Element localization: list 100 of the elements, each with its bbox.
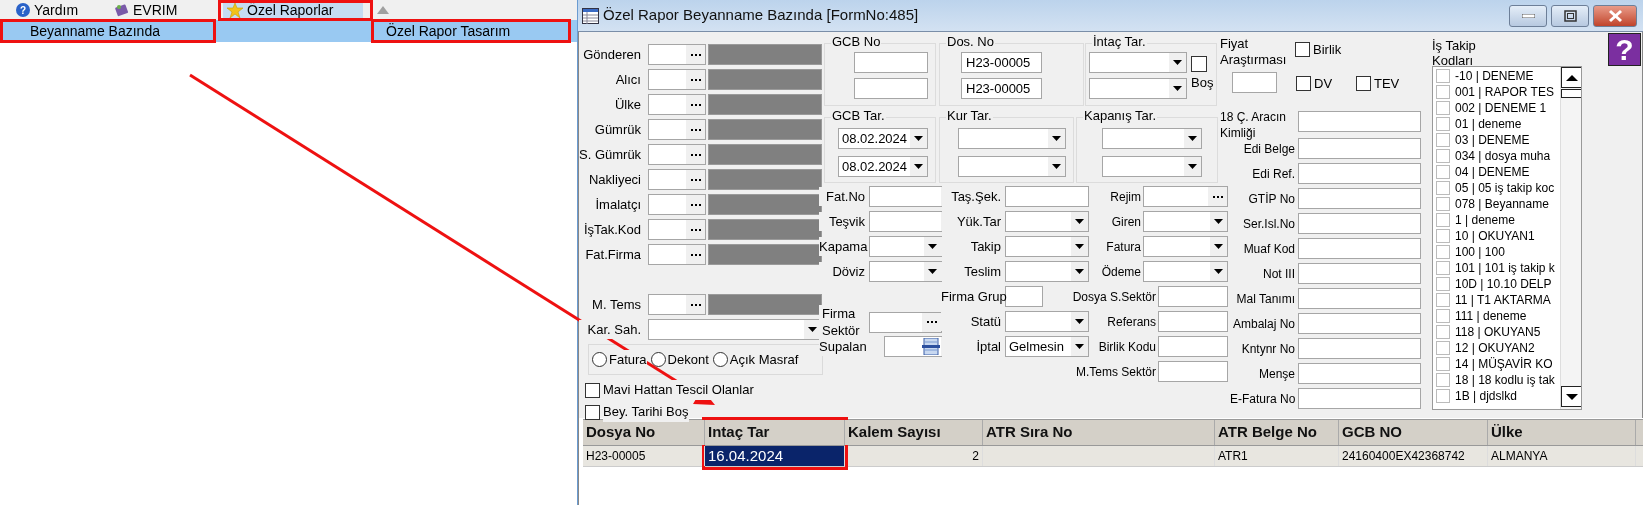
checkbox[interactable]: [1436, 373, 1450, 387]
checkbox[interactable]: [1436, 277, 1450, 291]
text-field[interactable]: [1298, 263, 1421, 284]
list-item[interactable]: 10D | 10.10 DELP: [1455, 275, 1552, 293]
dropdown-field[interactable]: [648, 319, 822, 340]
column-header[interactable]: Ülke: [1488, 420, 1636, 445]
scrollbar[interactable]: [1560, 67, 1581, 409]
text-field[interactable]: [1298, 238, 1421, 259]
lookup-field[interactable]: [648, 94, 706, 115]
column-header[interactable]: ATR Belge No: [1215, 420, 1339, 445]
lookup-field[interactable]: [648, 244, 706, 265]
checkbox[interactable]: [1436, 389, 1450, 403]
dropdown-field[interactable]: Gelmesin: [1005, 336, 1089, 357]
dropdown-button[interactable]: [1169, 79, 1186, 98]
checkbox[interactable]: [1436, 149, 1450, 163]
list-item[interactable]: 18 | 18 kodlu iş tak: [1455, 371, 1555, 389]
browse-button[interactable]: [686, 295, 705, 314]
help-button[interactable]: ?: [1608, 33, 1641, 66]
close-button[interactable]: [1593, 4, 1637, 27]
text-field[interactable]: [1298, 163, 1421, 184]
radio-button[interactable]: [650, 352, 666, 367]
scroll-up-button[interactable]: [1561, 67, 1581, 88]
dropdown-field[interactable]: 08.02.2024: [838, 156, 928, 177]
text-field[interactable]: [1298, 213, 1421, 234]
checkbox[interactable]: [1436, 117, 1450, 131]
checkbox[interactable]: [585, 404, 600, 420]
text-field[interactable]: [1005, 286, 1043, 307]
checkbox[interactable]: [1436, 85, 1450, 99]
list-item[interactable]: 11 | T1 AKTARMA: [1455, 291, 1551, 309]
column-header[interactable]: ATR Sıra No: [983, 420, 1215, 445]
checkbox[interactable]: [1191, 56, 1207, 72]
lookup-field[interactable]: [648, 194, 706, 215]
checkbox[interactable]: [1436, 325, 1450, 339]
radio-button[interactable]: [712, 352, 728, 367]
text-field[interactable]: [1158, 286, 1228, 307]
scroll-thumb[interactable]: [1561, 89, 1581, 98]
lookup-field[interactable]: [648, 219, 706, 240]
table-cell[interactable]: 24160400EX42368742: [1339, 446, 1488, 466]
dropdown-button[interactable]: [924, 237, 941, 256]
column-header[interactable]: GCB NO: [1339, 420, 1488, 445]
browse-button[interactable]: [686, 245, 705, 264]
text-field[interactable]: [869, 186, 942, 207]
table-cell[interactable]: ATR1: [1215, 446, 1339, 466]
checkbox[interactable]: [1436, 133, 1450, 147]
menu-item[interactable]: Beyanname Bazında: [28, 20, 378, 42]
text-field[interactable]: H23-00005: [961, 78, 1042, 99]
list-item[interactable]: 001 | RAPOR TES: [1455, 83, 1554, 101]
dropdown-field[interactable]: [1143, 211, 1228, 232]
checkbox[interactable]: [1436, 165, 1450, 179]
dropdown-field[interactable]: [1102, 128, 1202, 149]
scroll-down-button[interactable]: [1561, 386, 1581, 407]
checkbox[interactable]: [1436, 293, 1450, 307]
lookup-field[interactable]: [648, 169, 706, 190]
checkbox[interactable]: [1436, 309, 1450, 323]
text-field[interactable]: [1298, 363, 1421, 384]
text-field[interactable]: [1298, 188, 1421, 209]
dropdown-field[interactable]: [1143, 261, 1228, 282]
dropdown-field[interactable]: 08.02.2024: [838, 128, 928, 149]
checkbox[interactable]: [1436, 181, 1450, 195]
list-item[interactable]: 002 | DENEME 1: [1455, 99, 1547, 117]
checkbox[interactable]: [1436, 213, 1450, 227]
text-field[interactable]: [1158, 361, 1228, 382]
lookup-field[interactable]: [648, 294, 706, 315]
text-field[interactable]: H23-00005: [961, 52, 1042, 73]
checkbox[interactable]: [1296, 76, 1311, 92]
list-item[interactable]: 10 | OKUYAN1: [1455, 227, 1535, 245]
dropdown-field[interactable]: [1005, 261, 1089, 282]
dropdown-field[interactable]: [1089, 78, 1187, 99]
lookup-field[interactable]: [869, 311, 942, 333]
dropdown-field[interactable]: [958, 128, 1066, 149]
checkbox[interactable]: [1436, 357, 1450, 371]
checkbox[interactable]: [1356, 76, 1371, 92]
text-field[interactable]: [1298, 138, 1421, 159]
dropdown-field[interactable]: [869, 261, 942, 282]
menu-item[interactable]: EVRIM: [110, 0, 205, 20]
text-field[interactable]: [1298, 313, 1421, 334]
minimize-button[interactable]: [1509, 4, 1547, 27]
text-field[interactable]: [1005, 186, 1089, 207]
list-item[interactable]: 14 | MÜŞAVİR KO: [1455, 355, 1553, 373]
text-field[interactable]: [1158, 311, 1228, 332]
checkbox[interactable]: [585, 382, 600, 398]
list-item[interactable]: 078 | Beyanname: [1455, 195, 1549, 213]
dropdown-button[interactable]: [1184, 129, 1201, 148]
browse-button[interactable]: [686, 95, 705, 114]
text-field[interactable]: [1298, 388, 1421, 409]
dropdown-button[interactable]: [924, 262, 941, 281]
dropdown-field[interactable]: [1143, 236, 1228, 257]
checkbox[interactable]: [1436, 69, 1450, 83]
dropdown-button[interactable]: [1048, 129, 1065, 148]
lookup-field[interactable]: [1143, 186, 1228, 207]
table-cell[interactable]: ALMANYA: [1488, 446, 1636, 466]
browse-button[interactable]: [686, 70, 705, 89]
dropdown-button[interactable]: [910, 129, 927, 148]
list-item[interactable]: 100 | 100: [1455, 243, 1505, 261]
checkbox[interactable]: [1436, 261, 1450, 275]
browse-button[interactable]: [686, 145, 705, 164]
lookup-field[interactable]: [648, 144, 706, 165]
dropdown-field[interactable]: [869, 236, 942, 257]
browse-button[interactable]: [686, 195, 705, 214]
table-cell[interactable]: 16.04.2024: [705, 446, 845, 466]
